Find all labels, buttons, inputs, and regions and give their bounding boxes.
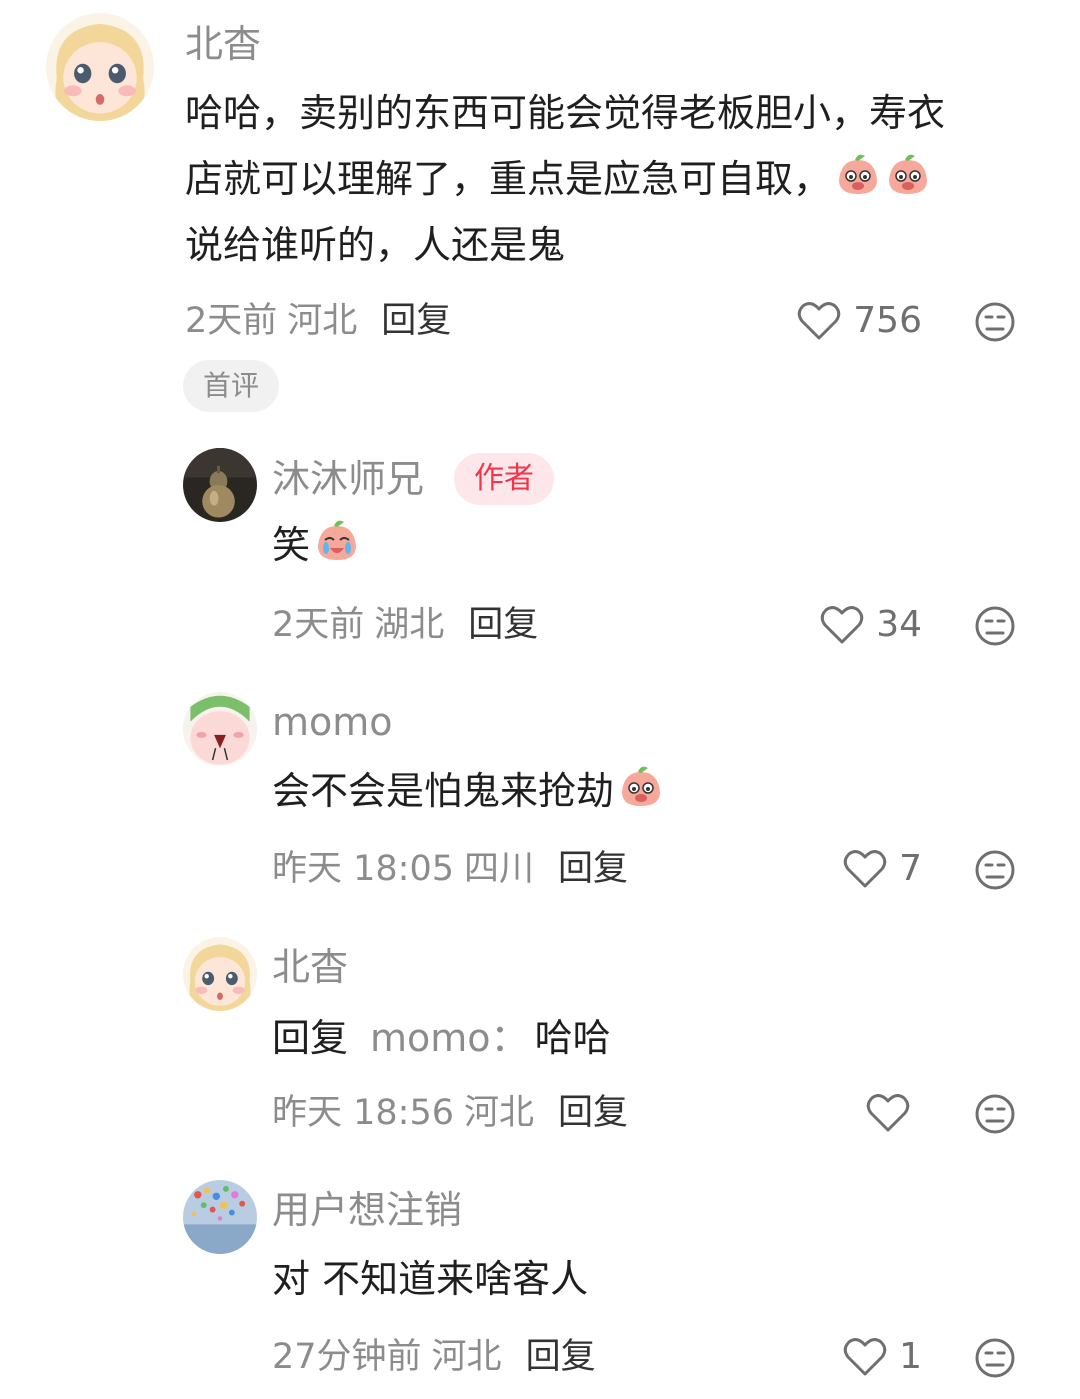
reply-prefix: 回复 — [272, 1016, 349, 1060]
author-badge: 作者 — [454, 453, 554, 505]
peach-emoji-icon — [835, 152, 881, 198]
avatar-peach-icon — [183, 692, 257, 766]
comment-text: 对 不知道来啥客人 — [272, 1257, 589, 1301]
like-button[interactable]: 7 — [843, 849, 922, 889]
avatar[interactable] — [46, 13, 154, 121]
like-count: 1 — [899, 1336, 922, 1377]
comment-author-name[interactable]: momo — [272, 703, 393, 741]
comment-text-line: 店就可以理解了，重点是应急可自取， — [185, 146, 945, 212]
heart-icon — [820, 606, 864, 644]
reply-target-name[interactable]: momo： — [370, 1016, 529, 1060]
peach-emoji-icon — [885, 152, 931, 198]
comment-meta: 2天前 湖北 回复 — [272, 608, 538, 643]
first-comment-tag: 首评 — [183, 360, 280, 412]
comment-text: 笑 — [272, 512, 360, 578]
comment-time: 27分钟前 — [272, 1337, 422, 1377]
reply-button[interactable]: 回复 — [558, 1093, 628, 1133]
heart-icon — [866, 1094, 910, 1132]
comment-time: 2天前 — [272, 605, 365, 645]
like-button[interactable]: 1 — [843, 1337, 922, 1377]
comment-meta: 昨天 18:05 四川 回复 — [272, 852, 628, 887]
comment-location: 四川 — [464, 849, 535, 889]
like-count: 7 — [899, 848, 922, 889]
dislike-face-icon — [975, 1094, 1015, 1134]
comment-time: 昨天 18:05 — [272, 849, 454, 889]
avatar-balloons-icon — [183, 1180, 257, 1254]
comment-author-name[interactable]: 北杳 — [185, 25, 261, 63]
comment-meta: 2天前 河北 回复 — [185, 304, 451, 339]
like-button[interactable]: 34 — [820, 605, 922, 645]
comment-meta: 昨天 18:56 河北 回复 — [272, 1096, 628, 1131]
avatar[interactable] — [183, 1180, 257, 1254]
avatar[interactable] — [183, 692, 257, 766]
dislike-button[interactable] — [974, 849, 1016, 891]
avatar[interactable] — [183, 448, 257, 522]
comment-text-content: 哈哈 — [534, 1016, 611, 1060]
comment-location: 河北 — [464, 1093, 535, 1133]
comment-time: 2天前 — [185, 301, 278, 341]
reply-button[interactable]: 回复 — [558, 849, 628, 889]
avatar-girl-icon — [46, 13, 154, 121]
reply-button[interactable]: 回复 — [526, 1337, 596, 1377]
peach-emoji-icon — [314, 518, 360, 564]
heart-icon — [843, 850, 887, 888]
avatar[interactable] — [183, 937, 257, 1011]
comment-location: 湖北 — [374, 605, 445, 645]
dislike-face-icon — [975, 850, 1015, 890]
comment-location: 河北 — [431, 1337, 502, 1377]
dislike-face-icon — [975, 1338, 1015, 1378]
comment-author-name[interactable]: 沐沐师兄 — [272, 460, 424, 498]
dislike-button[interactable] — [974, 301, 1016, 343]
comment-text: 哈哈，卖别的东西可能会觉得老板胆小，寿衣 店就可以理解了，重点是应急可自取， 说… — [185, 80, 945, 278]
comment-time: 昨天 18:56 — [272, 1093, 454, 1133]
comment-text: 回复 momo： 哈哈 — [272, 1005, 611, 1071]
like-count: 34 — [876, 604, 922, 645]
comment-text: 会不会是怕鬼来抢劫 — [272, 758, 664, 824]
comment-meta: 27分钟前 河北 回复 — [272, 1340, 596, 1375]
reply-button[interactable]: 回复 — [468, 605, 538, 645]
like-count: 756 — [853, 300, 922, 341]
heart-icon — [843, 1338, 887, 1376]
comment-text-line: 说给谁听的，人还是鬼 — [185, 223, 566, 267]
peach-emoji-icon — [618, 764, 664, 810]
avatar-gourd-icon — [183, 448, 257, 522]
comment-author-name[interactable]: 北杳 — [272, 948, 348, 986]
comment-location: 河北 — [287, 301, 358, 341]
dislike-button[interactable] — [974, 1093, 1016, 1135]
heart-icon — [798, 302, 841, 340]
avatar-girl-icon — [183, 937, 257, 1011]
comment-author-name[interactable]: 用户想注销 — [272, 1191, 462, 1229]
comment-text-line: 哈哈，卖别的东西可能会觉得老板胆小，寿衣 — [185, 91, 946, 135]
dislike-face-icon — [975, 302, 1015, 342]
reply-button[interactable]: 回复 — [381, 301, 451, 341]
like-button[interactable]: 756 — [797, 301, 922, 341]
dislike-button[interactable] — [974, 605, 1016, 647]
like-button[interactable] — [866, 1093, 922, 1133]
dislike-face-icon — [975, 606, 1015, 646]
dislike-button[interactable] — [974, 1337, 1016, 1379]
